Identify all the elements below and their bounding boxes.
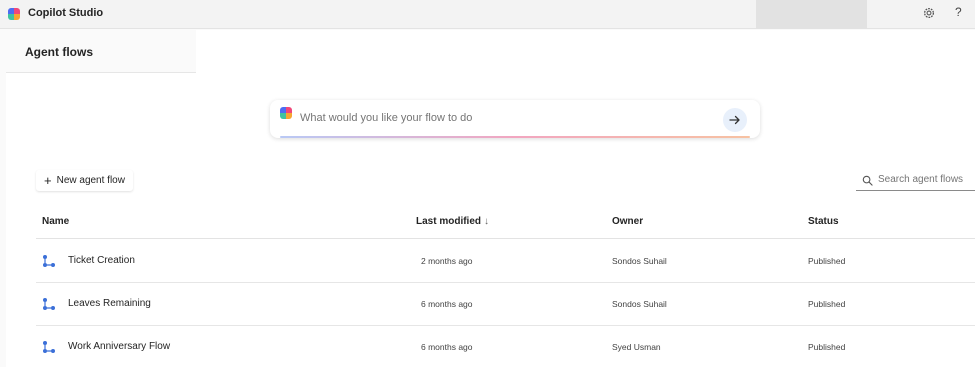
new-agent-flow-button[interactable]: + New agent flow [36,170,133,191]
top-bar: Copilot Studio ? [0,0,975,29]
new-agent-flow-label: New agent flow [56,175,125,186]
column-header-owner[interactable]: Owner [612,216,643,227]
table-row[interactable]: Ticket Creation 2 months ago Sondos Suha… [36,240,975,283]
plus-icon: + [44,172,52,188]
flow-icon [43,341,55,353]
main-content: Agent flows + New agent flow Name Last m… [6,30,975,367]
flow-name-link[interactable]: Work Anniversary Flow [68,341,170,352]
send-button[interactable] [723,108,747,132]
copilot-logo-icon [8,8,20,20]
column-header-last-modified-label: Last modified [416,216,482,227]
search-box[interactable] [856,169,975,191]
last-modified-cell: 6 months ago [421,342,473,352]
table-header: Name Last modified ↓ Owner Status [36,207,975,239]
arrow-right-icon [729,115,740,125]
help-button[interactable]: ? [955,5,962,19]
column-header-status[interactable]: Status [808,216,839,227]
flow-prompt-input[interactable] [300,112,680,124]
sort-descending-icon: ↓ [484,216,490,227]
search-input[interactable] [878,174,975,185]
table-row[interactable]: Leaves Remaining 6 months ago Sondos Suh… [36,283,975,326]
owner-cell: Sondos Suhail [612,299,667,309]
app-title: Copilot Studio [28,7,104,19]
last-modified-cell: 2 months ago [421,256,473,266]
search-icon [862,175,873,186]
table-row[interactable]: Work Anniversary Flow 6 months ago Syed … [36,326,975,367]
flow-prompt-box[interactable] [270,100,760,138]
flow-name-link[interactable]: Ticket Creation [68,255,135,266]
prompt-accent-line [280,136,750,138]
owner-cell: Sondos Suhail [612,256,667,266]
column-header-name[interactable]: Name [42,216,69,227]
status-cell: Published [808,256,846,266]
page-title: Agent flows [25,45,93,59]
flow-icon [43,255,55,267]
flow-icon [43,298,55,310]
last-modified-cell: 6 months ago [421,299,473,309]
gear-icon[interactable] [922,6,936,20]
status-cell: Published [808,299,846,309]
owner-cell: Syed Usman [612,342,661,352]
status-cell: Published [808,342,846,352]
page-header: Agent flows [6,30,196,73]
top-bar-highlight [756,0,867,29]
copilot-icon [280,107,292,119]
flow-name-link[interactable]: Leaves Remaining [68,298,151,309]
column-header-last-modified[interactable]: Last modified ↓ [416,216,489,227]
